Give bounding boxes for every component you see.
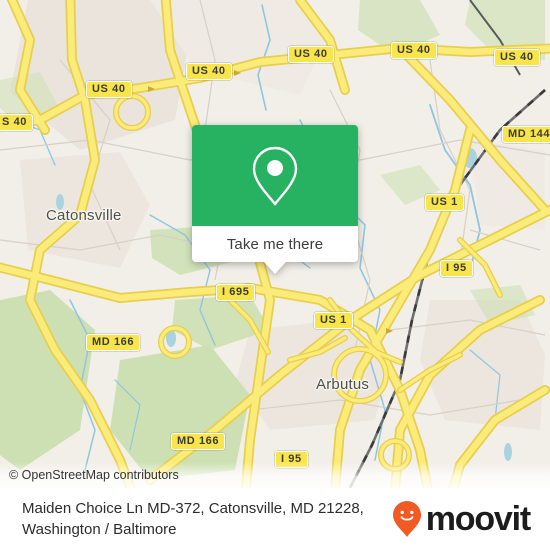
footer-bar: Maiden Choice Ln MD-372, Catonsville, MD… (0, 488, 550, 550)
osm-attribution-text: © OpenStreetMap contributors (9, 468, 179, 482)
location-title: Maiden Choice Ln MD-372, Catonsville, MD… (22, 498, 364, 540)
take-me-there-label: Take me there (226, 235, 324, 253)
moovit-pin-smiley-icon (392, 501, 421, 537)
route-shield-md-166-mid: MD 166 (86, 334, 141, 351)
route-shield-i-95-right: I 95 (440, 260, 473, 277)
route-shield-md-144: MD 144 (502, 126, 550, 143)
location-callout[interactable]: Take me there (192, 125, 358, 274)
osm-attribution[interactable]: © OpenStreetMap contributors (0, 462, 550, 488)
map-pin-icon (252, 146, 298, 206)
callout-pin-panel (192, 125, 358, 226)
map-screenshot-page: Catonsville Arbutus S 40 US 40 US 40 US … (0, 0, 550, 550)
route-shield-i-695: I 695 (216, 284, 256, 301)
moovit-wordmark: moovit (425, 500, 531, 538)
location-title-line1: Maiden Choice Ln MD-372, Catonsville, MD… (22, 500, 364, 517)
route-shield-us-40-right-edge: US 40 (494, 49, 540, 66)
route-shield-md-166-lower: MD 166 (171, 433, 226, 450)
take-me-there-button[interactable]: Take me there (192, 226, 358, 274)
route-shield-us-40-upper-left: US 40 (86, 81, 132, 98)
location-title-line2: Washington / Baltimore (22, 521, 177, 538)
route-shield-us-40-upper-rt: US 40 (391, 42, 437, 59)
callout-pointer-tail (264, 262, 286, 274)
route-shield-us-1-lower: US 1 (314, 312, 353, 329)
moovit-logo[interactable]: moovit (392, 500, 536, 538)
route-shield-us-40-upper-mid: US 40 (186, 63, 232, 80)
route-shield-us-1-upper: US 1 (425, 194, 464, 211)
route-shield-us-40-upper-ctr: US 40 (288, 46, 334, 63)
route-shield-us-40-left-edge: S 40 (0, 114, 34, 131)
